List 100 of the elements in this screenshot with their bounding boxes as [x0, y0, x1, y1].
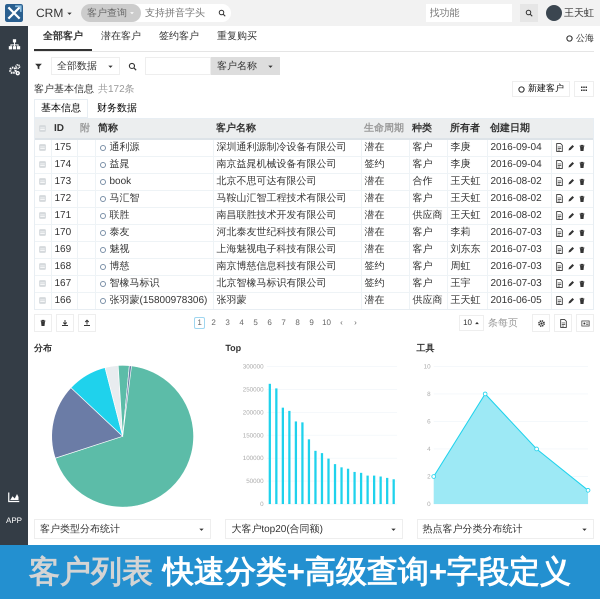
next-page-button[interactable]: › [350, 317, 361, 329]
edit-icon[interactable] [566, 228, 574, 236]
edit-icon[interactable] [566, 178, 574, 186]
edit-icon[interactable] [566, 262, 574, 270]
settings-button[interactable] [532, 314, 550, 332]
search-scope-dropdown[interactable]: 客户查询 [80, 4, 141, 22]
delete-icon[interactable] [578, 228, 586, 236]
search-icon[interactable] [218, 9, 226, 17]
sub-tab[interactable]: 基本信息 [34, 98, 88, 118]
page-size-select[interactable]: 10 [459, 315, 484, 331]
document-icon[interactable] [554, 160, 564, 169]
chart-type-select[interactable]: 热点客户分类分布统计 [416, 519, 594, 539]
document-icon[interactable] [554, 228, 564, 237]
export-button[interactable] [56, 314, 74, 332]
page-button[interactable]: 2 [208, 317, 220, 329]
new-customer-button[interactable]: 新建客户 [512, 81, 570, 97]
public-pool-link[interactable]: 公海 [576, 32, 594, 46]
sub-tab[interactable]: 财务数据 [90, 98, 144, 118]
customer-short-name[interactable]: 泰友 [110, 225, 130, 240]
edit-icon[interactable] [566, 160, 574, 168]
edit-icon[interactable] [566, 212, 574, 220]
checkbox[interactable] [38, 160, 47, 169]
search-button[interactable] [520, 4, 538, 22]
app-title[interactable]: CRM [36, 4, 64, 22]
logo-icon[interactable] [5, 4, 23, 22]
delete-icon[interactable] [578, 160, 586, 168]
checkbox[interactable] [38, 194, 47, 203]
customer-short-name[interactable]: 马汇智 [110, 191, 140, 206]
document-icon[interactable] [554, 211, 564, 220]
tab[interactable]: 重复购买 [208, 29, 266, 51]
edit-icon[interactable] [566, 246, 574, 254]
tab[interactable]: 潜在客户 [92, 29, 150, 51]
checkbox[interactable] [38, 279, 47, 288]
chart-type-select[interactable]: 大客户top20(合同额) [225, 519, 403, 539]
document-icon[interactable] [554, 143, 564, 152]
data-scope-select[interactable]: 全部数据 [51, 57, 120, 75]
edit-icon[interactable] [566, 280, 574, 288]
page-button[interactable]: 7 [278, 317, 290, 329]
previous-page-button[interactable]: ‹ [336, 317, 347, 329]
filter-icon[interactable] [34, 62, 43, 70]
page-button[interactable]: 6 [264, 317, 276, 329]
document-icon[interactable] [554, 262, 564, 271]
document-icon[interactable] [554, 194, 564, 203]
chart-icon[interactable] [8, 491, 20, 503]
column-header[interactable]: 所有者 [447, 119, 487, 139]
page-button[interactable]: 10 [320, 317, 333, 329]
customer-short-name[interactable]: 张羽蒙(15800978306) [110, 293, 208, 308]
caret-icon[interactable] [66, 10, 73, 16]
app-link[interactable]: APP [6, 515, 22, 527]
page-button[interactable]: 4 [236, 317, 248, 329]
delete-button[interactable] [34, 314, 52, 332]
import-button[interactable] [78, 314, 96, 332]
delete-icon[interactable] [578, 194, 586, 202]
chart-type-select[interactable]: 客户类型分布统计 [34, 519, 212, 539]
checkbox[interactable] [38, 143, 47, 152]
card-view-button[interactable] [576, 314, 594, 332]
delete-icon[interactable] [578, 280, 586, 288]
checkbox[interactable] [38, 124, 47, 133]
customer-short-name[interactable]: 通利源 [110, 140, 140, 156]
customer-short-name[interactable]: 魅视 [110, 242, 130, 257]
user-name[interactable]: 王天虹 [564, 6, 594, 20]
page-button[interactable]: 5 [250, 317, 262, 329]
customer-short-name[interactable]: 联胜 [110, 208, 130, 223]
sitemap-icon[interactable] [8, 38, 20, 51]
delete-icon[interactable] [578, 212, 586, 220]
checkbox[interactable] [38, 262, 47, 271]
plus-circle-icon[interactable] [566, 35, 573, 42]
gears-icon[interactable] [8, 63, 20, 76]
avatar[interactable] [546, 5, 562, 21]
page-button[interactable]: 3 [222, 317, 234, 329]
function-search-field[interactable]: 找功能 [426, 4, 512, 22]
delete-icon[interactable] [578, 296, 586, 305]
checkbox[interactable] [38, 177, 47, 186]
search-input[interactable] [145, 57, 211, 75]
delete-icon[interactable] [578, 144, 586, 152]
document-icon[interactable] [554, 279, 564, 288]
document-icon[interactable] [554, 296, 564, 306]
checkbox[interactable] [38, 245, 47, 254]
delete-icon[interactable] [578, 246, 586, 254]
document-icon[interactable] [554, 177, 564, 186]
checkbox[interactable] [38, 211, 47, 220]
column-header[interactable]: 创建日期 [487, 119, 551, 139]
page-button[interactable]: 1 [194, 317, 206, 329]
customer-short-name[interactable]: book [110, 174, 132, 189]
checkbox[interactable] [38, 228, 47, 237]
edit-icon[interactable] [566, 296, 574, 305]
column-header[interactable]: 客户名称 [213, 119, 361, 139]
page-button[interactable]: 8 [292, 317, 304, 329]
tab[interactable]: 全部客户 [34, 29, 92, 51]
global-search-field[interactable]: 客户查询 支持拼音字头 [80, 4, 231, 22]
column-header[interactable]: ID [51, 119, 77, 139]
customer-short-name[interactable]: 博慈 [110, 259, 130, 274]
search-icon[interactable] [128, 62, 137, 70]
column-header[interactable]: 种类 [409, 119, 447, 139]
checkbox[interactable] [38, 296, 47, 306]
columns-button[interactable] [574, 81, 594, 97]
column-header[interactable]: 简称 [95, 119, 213, 139]
customer-short-name[interactable]: 益晁 [110, 157, 130, 172]
tab[interactable]: 签约客户 [150, 29, 208, 51]
search-field-select[interactable]: 客户名称 [211, 57, 280, 75]
